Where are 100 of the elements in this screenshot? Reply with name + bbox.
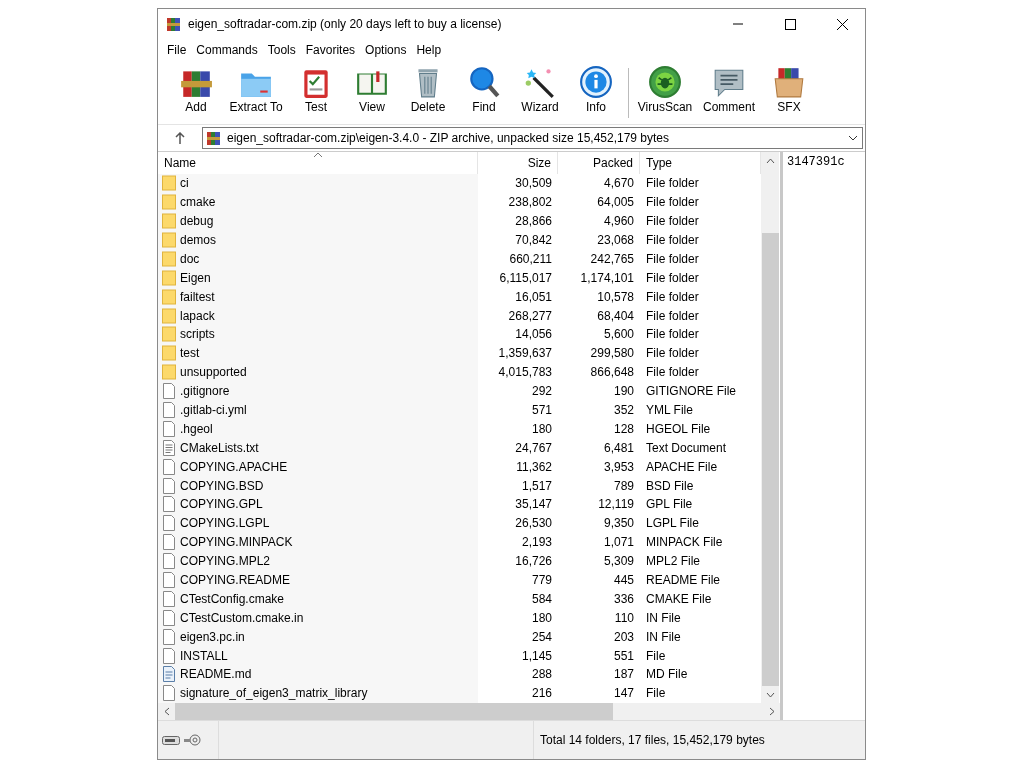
table-cell-text: 299,580 [589, 345, 635, 363]
table-cell-text: 26,530 [514, 515, 553, 533]
toolbar-button[interactable]: Test [288, 62, 344, 115]
folder-icon [162, 326, 176, 343]
folder-icon [162, 194, 176, 211]
horizontal-scrollbar[interactable] [158, 703, 780, 720]
table-cell-text: 445 [612, 572, 635, 589]
address-field[interactable]: eigen_softradar-com.zip\eigen-3.4.0 - ZIP archive, unpacked size 15,452,179 bytes [202, 127, 863, 149]
file-name[interactable]: .hgeol [158, 419, 478, 439]
table-cell-text: File [645, 685, 667, 703]
table-cell-text: 779 [530, 572, 553, 589]
file-name[interactable]: COPYING.GPL [158, 495, 478, 514]
table-cell-text: BSD File [645, 477, 695, 495]
column-header[interactable]: Packed [558, 152, 640, 174]
table-cell-text: File folder [645, 269, 700, 287]
toolbar-button[interactable]: Info [568, 62, 624, 115]
file-name[interactable]: README.md [158, 665, 478, 684]
file-name[interactable]: lapack [158, 306, 478, 325]
table-cell-text: 571 [530, 402, 553, 419]
archive-icon [206, 130, 222, 146]
file-name[interactable]: failtest [158, 287, 478, 307]
scroll-left-icon[interactable] [163, 707, 170, 716]
toolbar-button[interactable]: SFX [761, 62, 817, 115]
menu-item[interactable]: File [162, 43, 192, 57]
table-cell-text: 24,767 [514, 439, 553, 457]
scroll-up-icon[interactable] [765, 157, 775, 164]
file-name[interactable]: eigen3.pc.in [158, 627, 478, 647]
table-cell-text: File folder [645, 175, 700, 193]
table-cell-text: File folder [645, 345, 700, 363]
table-cell-text: File folder [645, 326, 700, 344]
file-icon [162, 496, 176, 513]
table-cell-text: CMAKE File [645, 590, 713, 608]
table-cell-text: 16,726 [514, 553, 553, 571]
table-cell-text: 10,578 [596, 288, 635, 306]
column-header[interactable]: Size [478, 152, 558, 174]
file-name[interactable]: COPYING.BSD [158, 476, 478, 495]
file-icon [162, 609, 176, 626]
table-cell-text: Text Document [645, 439, 728, 457]
table-cell-text: 4,015,783 [497, 364, 553, 382]
table-cell-text: 3,953 [602, 458, 635, 476]
up-arrow-icon[interactable] [175, 132, 185, 144]
table-cell-text: File folder [645, 194, 700, 212]
table-cell-text: 336 [612, 590, 635, 608]
toolbar-button[interactable]: Find [456, 62, 512, 115]
table-cell-text: 128 [612, 420, 635, 438]
key-icon [183, 734, 201, 746]
folder-icon [162, 250, 176, 267]
toolbar-button[interactable]: Add [168, 62, 224, 115]
drive-icon [162, 735, 180, 745]
file-name[interactable]: ci [158, 173, 478, 193]
vertical-scrollbar[interactable] [761, 152, 779, 703]
table-cell-text: 1,145 [520, 647, 553, 665]
table-cell-text: YML File [645, 402, 694, 419]
table-cell-text: MINPACK File [645, 534, 724, 552]
table-cell-text: 28,866 [514, 213, 553, 231]
file-name[interactable]: Eigen [158, 268, 478, 288]
toolbar-button[interactable]: View [344, 62, 400, 115]
file-name[interactable]: INSTALL [158, 646, 478, 666]
table-cell-text: 14,056 [514, 326, 553, 344]
folder-icon [162, 364, 176, 381]
file-icon [162, 402, 176, 418]
file-name[interactable]: CMakeLists.txt [158, 438, 478, 458]
maximize-icon[interactable] [784, 18, 796, 30]
table-cell-text: 187 [612, 666, 635, 684]
file-name[interactable]: CTestConfig.cmake [158, 589, 478, 609]
file-name[interactable]: doc [158, 249, 478, 269]
file-icon [162, 590, 176, 607]
file-name[interactable]: scripts [158, 325, 478, 344]
close-icon[interactable] [836, 18, 848, 30]
table-cell-text: File folder [645, 307, 700, 325]
menu-item[interactable]: Tools [262, 43, 301, 57]
menu-item[interactable]: Options [360, 43, 412, 57]
folder-icon [162, 345, 176, 362]
table-cell-text: File folder [645, 213, 700, 231]
table-cell-text: 180 [530, 420, 553, 438]
menu-item[interactable]: Commands [191, 43, 263, 57]
menu-item[interactable]: Favorites [300, 43, 361, 57]
document-icon [162, 666, 176, 683]
box-icon [772, 65, 806, 99]
table-cell-text: 551 [612, 647, 635, 665]
file-name[interactable]: CTestCustom.cmake.in [158, 608, 478, 628]
table-cell-text: 5,309 [602, 553, 635, 571]
table-cell-text: 268,277 [507, 307, 553, 325]
toolbar-button[interactable]: VirusScan [633, 62, 697, 115]
toolbar-button[interactable]: Comment [697, 62, 761, 115]
file-name[interactable]: COPYING.APACHE [158, 457, 478, 477]
table-cell-text: 190 [612, 383, 635, 401]
table-cell-text: MD File [645, 666, 689, 684]
toolbar-button[interactable]: Extract To [224, 62, 288, 115]
file-icon [162, 383, 176, 400]
table-cell-text: 30,509 [514, 175, 553, 193]
column-header[interactable]: Name [158, 152, 478, 174]
file-icon [162, 420, 176, 437]
menu-item[interactable]: Help [411, 43, 447, 57]
table-cell-text: 68,404 [596, 307, 635, 325]
toolbar-button[interactable]: Delete [400, 62, 456, 115]
folder-icon [162, 288, 176, 305]
toolbar-button[interactable]: Wizard [512, 62, 568, 115]
scroll-down-icon[interactable] [765, 691, 775, 698]
scroll-right-icon[interactable] [768, 707, 775, 716]
